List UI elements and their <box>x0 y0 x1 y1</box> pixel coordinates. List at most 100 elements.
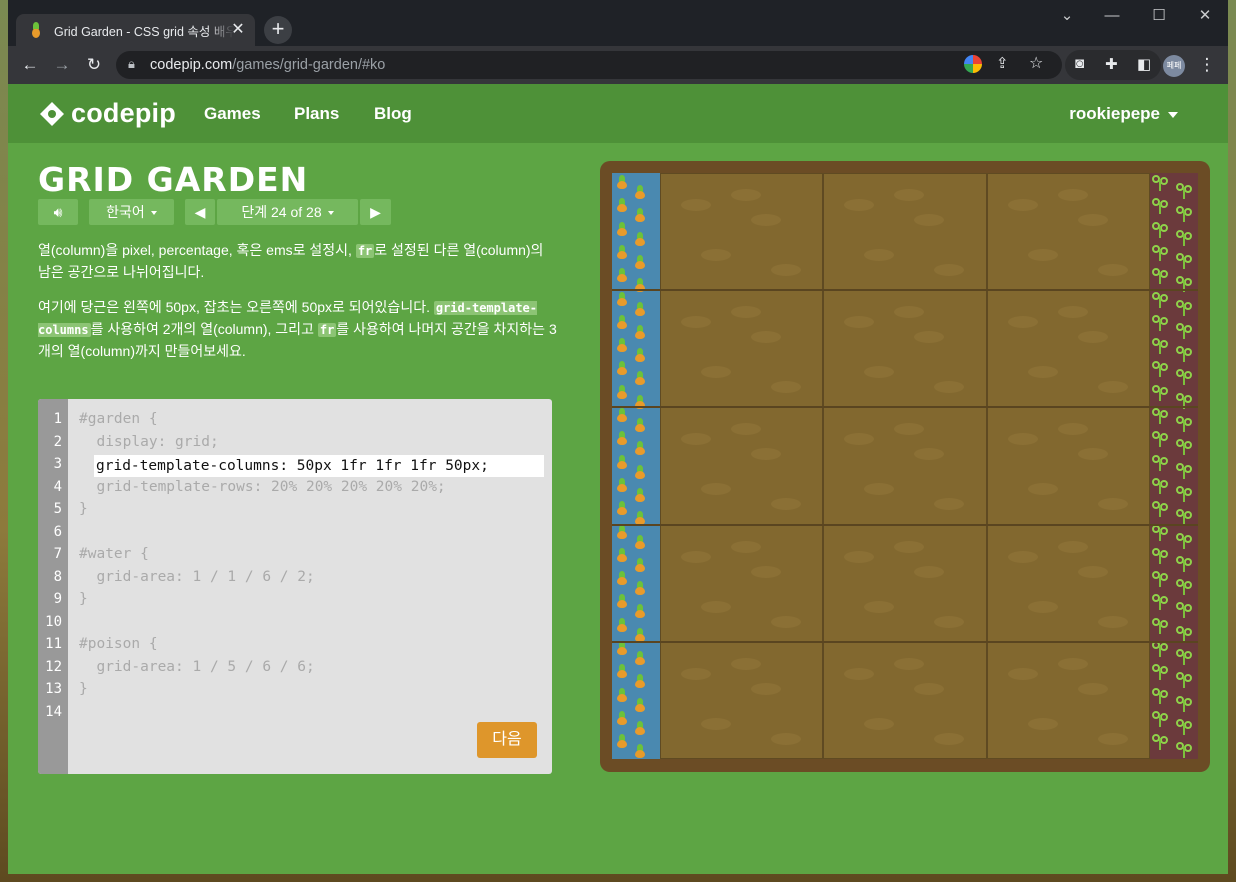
level-label: 단계 24 of 28 <box>241 204 322 220</box>
sound-button[interactable]: 🔊︎ <box>38 199 78 225</box>
weed-icon <box>1176 346 1192 363</box>
code-line: } <box>79 591 88 607</box>
weed-icon <box>1152 221 1168 238</box>
browser-tab[interactable]: Grid Garden - CSS grid 속성 배우기 ✕ <box>16 14 255 46</box>
new-tab-button[interactable]: + <box>264 16 292 44</box>
soil-texture <box>751 448 781 461</box>
garden-cell <box>823 407 987 525</box>
carrot-icon <box>634 581 646 596</box>
instruction-paragraph-1: 열(column)을 pixel, percentage, 혹은 ems로 설정… <box>38 242 544 280</box>
weed-icon <box>1176 718 1192 735</box>
carrot-icon <box>616 291 628 306</box>
codepip-logo[interactable]: codepip <box>39 98 176 129</box>
soil-texture <box>934 381 965 394</box>
css-input-field[interactable]: grid-template-columns: 50px 1fr 1fr 1fr … <box>94 455 544 477</box>
share-icon[interactable]: ⇪ <box>996 54 1009 72</box>
weed-icon <box>1152 291 1168 308</box>
carrot-icon <box>634 744 646 759</box>
code-line: display: grid; <box>79 434 219 450</box>
carrot-icon <box>634 371 646 386</box>
next-level-button[interactable]: ▶ <box>360 199 391 225</box>
weed-icon <box>1152 477 1168 494</box>
weed-icon <box>1176 485 1192 502</box>
code-line: #water { <box>79 546 149 562</box>
carrot-icon <box>634 301 646 316</box>
weed-icon <box>1152 198 1168 215</box>
row-divider <box>612 289 1198 292</box>
caret-down-icon <box>150 211 157 216</box>
soil-texture <box>1057 540 1088 553</box>
soil-texture <box>1097 381 1128 394</box>
weed-icon <box>1176 532 1192 549</box>
soil-texture <box>771 381 801 394</box>
weed-icon <box>1176 322 1192 339</box>
code-line: #garden { <box>79 411 158 427</box>
soil-texture <box>731 657 761 670</box>
address-bar[interactable]: 🔒︎ codepip.com/games/grid-garden/#ko ⇪ ☆ <box>116 51 1062 79</box>
soil-texture <box>894 540 925 553</box>
weed-icon <box>1152 268 1168 285</box>
close-window-icon[interactable]: ✕ <box>1185 4 1225 28</box>
nav-games[interactable]: Games <box>204 104 261 124</box>
garden-cell <box>823 290 987 408</box>
soil-texture <box>751 331 781 344</box>
level-select[interactable]: 단계 24 of 28 <box>217 199 358 225</box>
close-tab-icon[interactable]: ✕ <box>229 21 247 39</box>
language-select[interactable]: 한국어 <box>89 199 174 225</box>
extensions-puzzle-icon[interactable]: ✚ <box>1105 55 1118 73</box>
user-menu[interactable]: rookiepepe <box>1069 104 1178 124</box>
language-label: 한국어 <box>106 204 145 220</box>
soil-texture <box>1077 448 1108 461</box>
weed-icon <box>1152 524 1168 541</box>
soil-texture <box>864 483 895 496</box>
soil-texture <box>701 600 731 613</box>
carrot-icon <box>634 231 646 246</box>
soil-texture <box>914 565 945 578</box>
soil-texture <box>731 423 761 436</box>
avatar[interactable]: 페페 <box>1163 55 1185 77</box>
soil-texture <box>894 657 925 670</box>
more-menu-icon[interactable]: ⋮ <box>1195 53 1219 77</box>
carrot-icon <box>634 464 646 479</box>
code-snippet: fr <box>355 244 375 258</box>
side-panel-icon[interactable]: ◧ <box>1137 55 1151 73</box>
garden-cell <box>823 641 987 759</box>
carrot-icon <box>634 324 646 339</box>
weed-icon <box>1176 555 1192 572</box>
line-number: 4 <box>53 479 62 495</box>
code-line: grid-template-rows: 20% 20% 20% 20% 20%; <box>79 479 446 495</box>
carrot-icon <box>616 221 628 236</box>
garden-cell <box>986 524 1150 642</box>
nav-plans[interactable]: Plans <box>294 104 339 124</box>
carrot-icon <box>616 571 628 586</box>
weed-icon <box>1152 408 1168 424</box>
soil-texture <box>864 600 895 613</box>
soil-texture <box>731 189 761 201</box>
forward-icon[interactable]: → <box>50 53 74 77</box>
garden-cell <box>660 524 824 642</box>
soil-texture <box>731 540 761 553</box>
weed-icon <box>1152 454 1168 471</box>
soil-texture <box>751 565 781 578</box>
weed-icon <box>1152 431 1168 448</box>
nav-blog[interactable]: Blog <box>374 104 412 124</box>
prev-level-button[interactable]: ◀ <box>185 199 215 225</box>
weed-icon <box>1176 742 1192 759</box>
minimize-icon[interactable]: — <box>1092 4 1132 28</box>
soil-texture <box>844 199 875 211</box>
reload-icon[interactable]: ↻ <box>82 53 106 77</box>
carrot-icon <box>616 244 628 259</box>
maximize-icon[interactable]: ☐ <box>1139 4 1179 28</box>
soil-texture <box>1027 717 1058 730</box>
soil-texture <box>1077 565 1108 578</box>
google-icon[interactable] <box>964 55 982 73</box>
carrot-icon <box>616 734 628 749</box>
line-number: 6 <box>53 524 62 540</box>
instructions: 열(column)을 pixel, percentage, 혹은 ems로 설정… <box>38 240 558 376</box>
tab-search-icon[interactable]: ⌄ <box>1047 4 1087 28</box>
back-icon[interactable]: ← <box>18 53 42 77</box>
bookmark-star-icon[interactable]: ☆ <box>1029 53 1043 73</box>
carrot-icon <box>616 198 628 213</box>
next-button[interactable]: 다음 <box>477 722 537 758</box>
camera-icon[interactable]: ◙ <box>1075 55 1084 72</box>
